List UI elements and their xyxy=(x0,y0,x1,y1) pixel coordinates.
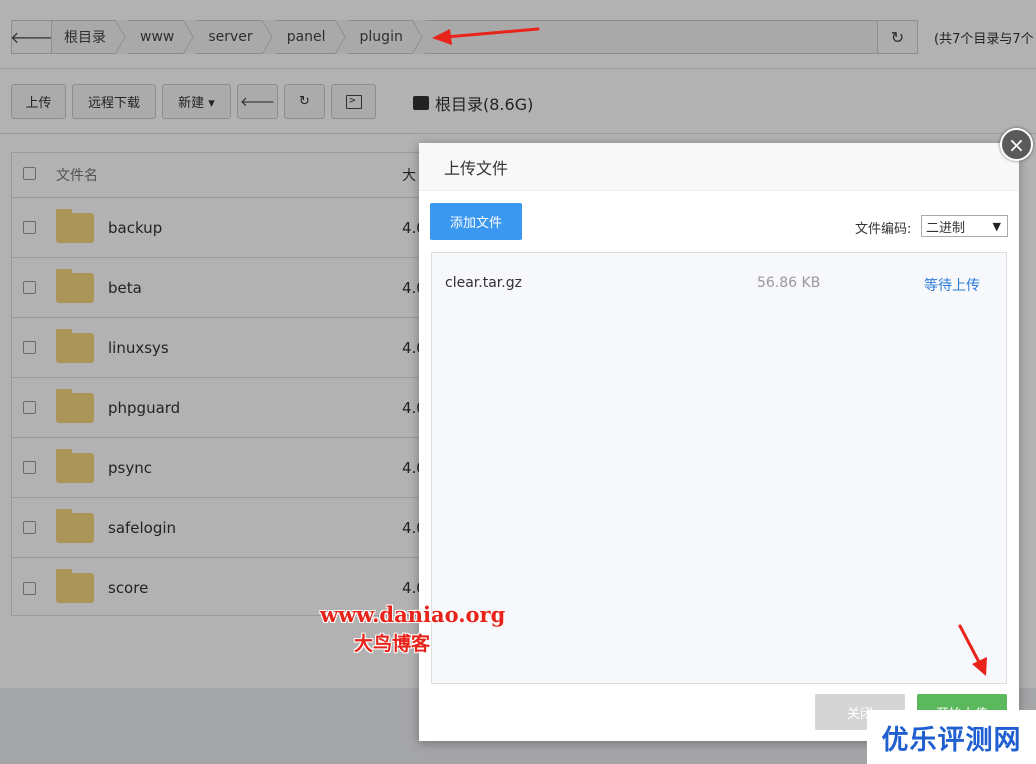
encoding-select[interactable]: 二进制 ▼ xyxy=(921,215,1008,237)
site-logo: 优乐评测网 xyxy=(867,710,1036,764)
upload-file-status: 等待上传 xyxy=(924,278,980,294)
encoding-value: 二进制 xyxy=(926,220,966,236)
upload-dialog: 上传文件 添加文件 文件编码: 二进制 ▼ clear.tar.gz 56.86… xyxy=(419,143,1019,741)
dialog-close-icon[interactable]: × xyxy=(1000,128,1033,161)
watermark-url: www.daniao.org xyxy=(320,602,506,627)
upload-file-size: 56.86 KB xyxy=(757,275,821,291)
encoding-label: 文件编码: xyxy=(855,222,912,237)
dialog-title: 上传文件 xyxy=(419,143,1019,191)
list-item: clear.tar.gz 56.86 KB 等待上传 xyxy=(432,253,1006,313)
watermark-name: 大鸟博客 xyxy=(354,633,431,655)
upload-file-list: clear.tar.gz 56.86 KB 等待上传 xyxy=(431,252,1007,684)
caret-down-icon: ▼ xyxy=(992,219,1001,233)
upload-file-name: clear.tar.gz xyxy=(445,275,522,291)
add-file-button[interactable]: 添加文件 xyxy=(430,203,522,240)
